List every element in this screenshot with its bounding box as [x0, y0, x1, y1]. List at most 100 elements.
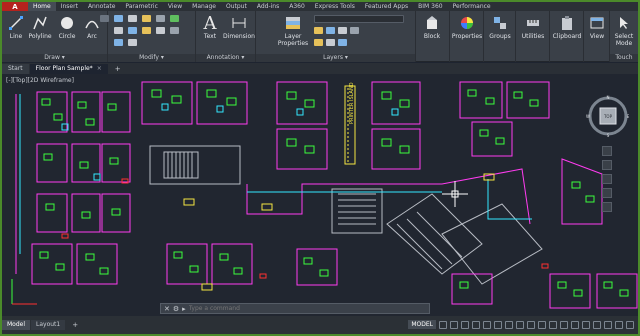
groups-tool[interactable]: Groups: [488, 14, 512, 40]
utilities-tool[interactable]: Utilities: [521, 14, 545, 40]
tab-bim-360[interactable]: BIM 360: [413, 2, 447, 11]
stretch-icon[interactable]: [156, 27, 165, 34]
tab-annotate[interactable]: Annotate: [83, 2, 120, 11]
file-tab-start[interactable]: Start: [2, 64, 29, 74]
tab-parametric[interactable]: Parametric: [120, 2, 163, 11]
tab-insert[interactable]: Insert: [56, 2, 83, 11]
layers-panel-title[interactable]: Layers ▾: [256, 54, 415, 62]
line-tool[interactable]: Line: [4, 14, 28, 40]
command-input[interactable]: [188, 305, 389, 312]
text-icon: A: [203, 12, 217, 34]
wrench-icon[interactable]: ⚙: [173, 305, 179, 313]
fillet-icon[interactable]: [128, 27, 137, 34]
isometric-icon[interactable]: [494, 320, 502, 329]
orbit-icon[interactable]: [602, 188, 612, 198]
transparency-icon[interactable]: [538, 320, 546, 329]
offset-icon[interactable]: [128, 39, 137, 46]
properties-tool[interactable]: Properties: [452, 14, 482, 40]
viewcube[interactable]: TOP N S E W: [586, 94, 630, 138]
clipboard-tool[interactable]: Clipboard: [553, 14, 581, 40]
select-mode-icon: [615, 14, 633, 32]
ribbon-tab-bar: A Home Insert Annotate Parametric View M…: [2, 2, 638, 11]
layer-off-icon[interactable]: [326, 39, 335, 46]
selection-cycling-icon[interactable]: [549, 320, 557, 329]
tab-view[interactable]: View: [163, 2, 187, 11]
layout-tab-layout1[interactable]: Layout1: [31, 320, 66, 330]
copy-icon[interactable]: [170, 15, 179, 22]
layer-properties-tool[interactable]: Layer Properties: [276, 14, 310, 47]
layer-on-icon[interactable]: [314, 27, 323, 34]
tab-manage[interactable]: Manage: [187, 2, 221, 11]
layer-freeze-icon[interactable]: [326, 27, 335, 34]
array-icon[interactable]: [114, 39, 123, 46]
dimension-icon: [230, 14, 248, 32]
clean-screen-icon[interactable]: [615, 320, 623, 329]
full-navigation-wheel-icon[interactable]: [602, 146, 612, 156]
layers-panel: Layer Properties Layers ▾: [256, 11, 416, 62]
close-icon[interactable]: ×: [97, 64, 102, 74]
workspace-icon[interactable]: [571, 320, 579, 329]
circle-tool[interactable]: Circle: [55, 14, 79, 40]
new-tab-button[interactable]: +: [109, 64, 127, 74]
close-icon[interactable]: ✕: [164, 305, 170, 313]
erase-icon[interactable]: [156, 15, 165, 22]
infer-constraints-icon[interactable]: [461, 320, 469, 329]
annotation-scale-icon[interactable]: [560, 320, 568, 329]
layer-dropdown[interactable]: [314, 15, 404, 23]
layer-isolate-icon[interactable]: [350, 27, 359, 34]
trim-icon[interactable]: [142, 15, 151, 22]
modify-panel-title[interactable]: Modify ▾: [108, 54, 195, 62]
snap-icon[interactable]: [450, 320, 458, 329]
hardware-acceleration-icon[interactable]: [604, 320, 612, 329]
properties-panel: Properties: [450, 11, 484, 62]
file-tab-floor-plan[interactable]: Floor Plan Sample* ×: [29, 64, 108, 74]
clipboard-panel: Clipboard: [550, 11, 584, 62]
object-snap-icon[interactable]: [516, 320, 524, 329]
rotate-icon[interactable]: [128, 15, 137, 22]
text-tool[interactable]: A Text: [198, 12, 222, 41]
floor-plan-drawing: PRINTER ISLAND: [11, 81, 638, 309]
explode-icon[interactable]: [142, 27, 151, 34]
object-snap-tracking-icon[interactable]: [505, 320, 513, 329]
polyline-tool[interactable]: Polyline: [28, 14, 52, 40]
tab-express-tools[interactable]: Express Tools: [310, 2, 360, 11]
layer-lock-icon[interactable]: [338, 27, 347, 34]
arc-icon: [83, 14, 101, 32]
drawing-canvas[interactable]: PRINTER ISLAND [-][Top][2D Wireframe] TO…: [2, 74, 638, 316]
tab-featured-apps[interactable]: Featured Apps: [360, 2, 413, 11]
ribbon: Line Polyline Circle Arc Draw ▾ Modify ▾: [2, 11, 638, 62]
polar-tracking-icon[interactable]: [483, 320, 491, 329]
line-icon: [7, 14, 25, 32]
isolate-objects-icon[interactable]: [593, 320, 601, 329]
ortho-icon[interactable]: [472, 320, 480, 329]
annotation-panel-title[interactable]: Annotation ▾: [196, 54, 255, 62]
dimension-tool[interactable]: Dimension: [223, 14, 255, 40]
lineweight-icon[interactable]: [527, 320, 535, 329]
viewport-controls[interactable]: [-][Top][2D Wireframe]: [6, 77, 74, 84]
grid-icon[interactable]: [439, 320, 447, 329]
showmotion-icon[interactable]: [602, 202, 612, 212]
draw-panel-title[interactable]: Draw ▾: [2, 54, 107, 62]
mirror-icon[interactable]: [114, 27, 123, 34]
add-layout-button[interactable]: +: [66, 320, 84, 330]
move-icon[interactable]: [114, 15, 123, 22]
viewcube-face: TOP: [603, 114, 613, 119]
customization-icon[interactable]: [626, 320, 634, 329]
tab-performance[interactable]: Performance: [448, 2, 496, 11]
tab-add-ins[interactable]: Add-ins: [252, 2, 284, 11]
view-tool[interactable]: View: [585, 14, 609, 40]
tab-output[interactable]: Output: [221, 2, 252, 11]
tab-home[interactable]: Home: [28, 2, 56, 11]
select-mode-tool[interactable]: Select Mode: [612, 14, 636, 47]
scale-icon[interactable]: [170, 27, 179, 34]
layer-match-icon[interactable]: [314, 39, 323, 46]
layer-walk-icon[interactable]: [338, 39, 347, 46]
zoom-icon[interactable]: [602, 174, 612, 184]
application-menu-button[interactable]: A: [2, 2, 28, 11]
tab-a360[interactable]: A360: [284, 2, 310, 11]
pan-icon[interactable]: [602, 160, 612, 170]
annotation-monitor-icon[interactable]: [582, 320, 590, 329]
block-tool[interactable]: Block: [420, 14, 444, 40]
layout-tab-model[interactable]: Model: [2, 320, 31, 330]
model-space-toggle[interactable]: MODEL: [408, 320, 436, 329]
